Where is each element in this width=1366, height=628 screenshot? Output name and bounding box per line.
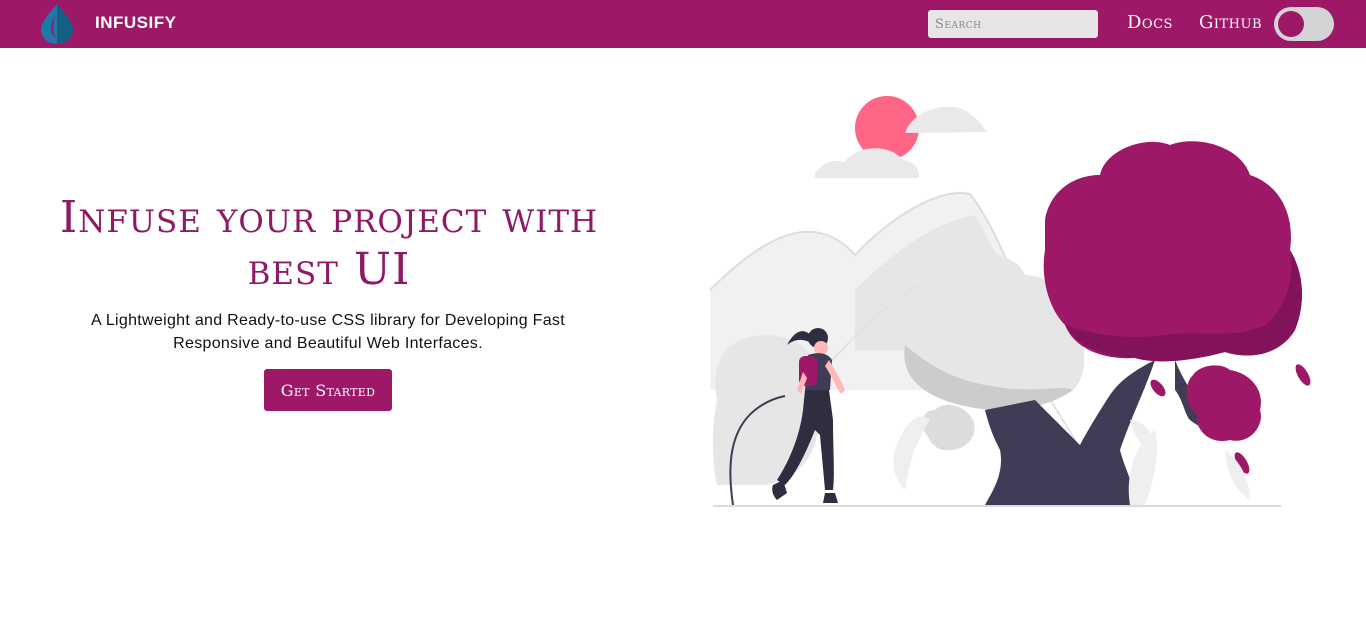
top-navbar: INFUSIFY Docs Github bbox=[0, 0, 1366, 48]
leaf-shape bbox=[893, 416, 930, 490]
tree-canopy-shape bbox=[1186, 365, 1261, 441]
leaf-shape bbox=[1150, 379, 1166, 397]
hero-subtitle: A Lightweight and Ready-to-use CSS libra… bbox=[91, 312, 565, 352]
brand-name[interactable]: INFUSIFY bbox=[95, 13, 176, 33]
cloud-shape bbox=[905, 106, 987, 133]
nav-link-docs[interactable]: Docs bbox=[1127, 12, 1173, 33]
theme-toggle[interactable] bbox=[1274, 7, 1334, 41]
hero-title: Infuse your project with best UI bbox=[59, 192, 599, 295]
water-drop-logo-icon[interactable] bbox=[38, 3, 76, 45]
tree-canopy-shape bbox=[921, 404, 975, 451]
toggle-knob bbox=[1278, 11, 1304, 37]
nav-link-github[interactable]: Github bbox=[1199, 12, 1262, 33]
search-input[interactable] bbox=[928, 10, 1098, 38]
leaf-shape bbox=[1295, 364, 1311, 386]
hero-illustration bbox=[709, 96, 1311, 507]
get-started-button[interactable]: Get Started bbox=[264, 369, 392, 411]
